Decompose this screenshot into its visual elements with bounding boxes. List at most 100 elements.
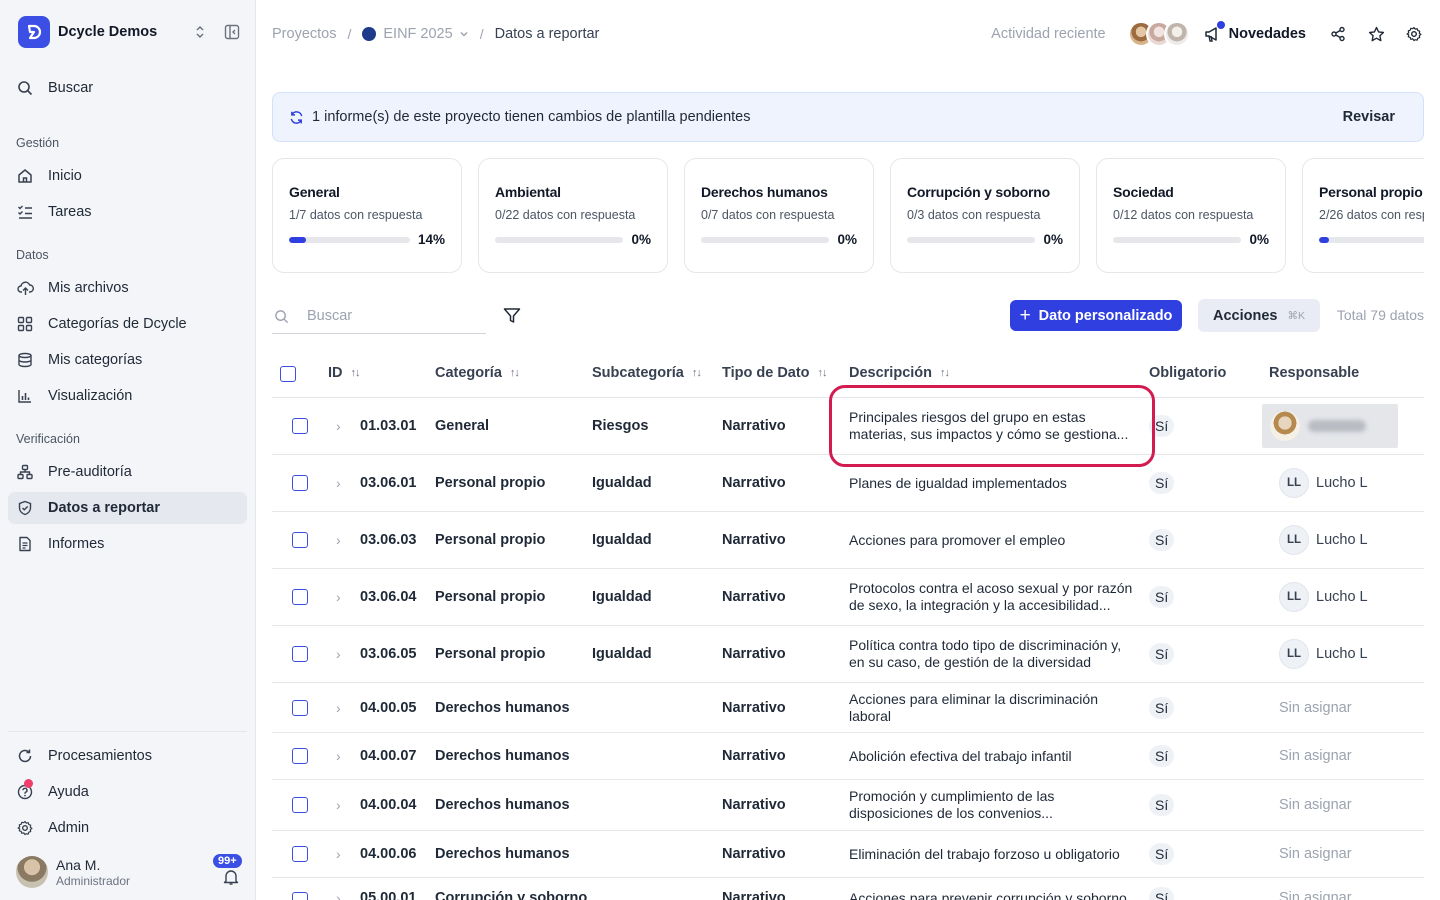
- expand-chevron-icon[interactable]: ›: [336, 733, 341, 779]
- category-card[interactable]: General 1/7 datos con respuesta 14%: [272, 158, 462, 273]
- settings-gear-icon[interactable]: [1404, 24, 1424, 44]
- share-icon[interactable]: [1328, 24, 1348, 44]
- sidebar-item-mis-categorias[interactable]: Mis categorías: [8, 344, 247, 376]
- sidebar-item-inicio[interactable]: Inicio: [8, 160, 247, 192]
- cell-responsable[interactable]: Sin asignar: [1279, 733, 1352, 779]
- notifications-badge: 99+: [211, 852, 244, 870]
- sidebar-item-ayuda[interactable]: Ayuda: [8, 776, 247, 808]
- sidebar-item-categorias-dcycle[interactable]: Categorías de Dcycle: [8, 308, 247, 340]
- sidebar-item-datos-reportar[interactable]: Datos a reportar: [8, 492, 247, 524]
- row-checkbox[interactable]: [292, 646, 308, 662]
- row-checkbox[interactable]: [292, 475, 308, 491]
- description-text: Acciones para prevenir corrupción y sobo…: [849, 889, 1127, 900]
- search-input[interactable]: Buscar: [272, 299, 486, 334]
- sidebar-item-preauditoria[interactable]: Pre-auditoría: [8, 456, 247, 488]
- cell-obligatorio: Sí: [1149, 455, 1175, 511]
- breadcrumb-projects[interactable]: Proyectos: [272, 26, 336, 42]
- column-header-categoria[interactable]: Categoría ↑↓: [435, 365, 520, 381]
- cell-obligatorio: Sí: [1149, 831, 1175, 877]
- sidebar-item-informes[interactable]: Informes: [8, 528, 247, 560]
- column-header-id[interactable]: ID ↑↓: [328, 365, 361, 381]
- column-header-tipo[interactable]: Tipo de Dato ↑↓: [722, 365, 828, 381]
- sidebar-item-visualizacion[interactable]: Visualización: [8, 380, 247, 412]
- column-header-obligatorio[interactable]: Obligatorio: [1149, 365, 1226, 381]
- cell-responsable[interactable]: LL Lucho L: [1279, 569, 1368, 625]
- cell-responsable[interactable]: LL Lucho L: [1279, 626, 1368, 682]
- row-checkbox[interactable]: [292, 418, 308, 434]
- cell-responsable[interactable]: Sin asignar: [1279, 878, 1352, 900]
- expand-chevron-icon[interactable]: ›: [336, 780, 341, 830]
- collaborators-avatars[interactable]: [1127, 21, 1190, 47]
- cell-responsable[interactable]: Sin asignar: [1279, 683, 1352, 732]
- star-icon[interactable]: [1366, 24, 1386, 44]
- table-row[interactable]: › 04.00.06 Derechos humanos Narrativo El…: [272, 831, 1424, 878]
- table-row[interactable]: › 04.00.04 Derechos humanos Narrativo Pr…: [272, 780, 1424, 831]
- filter-icon[interactable]: [502, 306, 522, 326]
- table-row[interactable]: › 03.06.03 Personal propio Igualdad Narr…: [272, 512, 1424, 569]
- table-row[interactable]: › 05.00.01 Corrupción y soborno Narrativ…: [272, 878, 1424, 900]
- card-title: Ambiental: [495, 184, 561, 200]
- table-row[interactable]: › 03.06.05 Personal propio Igualdad Narr…: [272, 626, 1424, 683]
- card-subtitle: 0/7 datos con respuesta: [701, 208, 835, 222]
- table-row[interactable]: › 04.00.05 Derechos humanos Narrativo Ac…: [272, 683, 1424, 733]
- review-button[interactable]: Revisar: [1343, 109, 1395, 125]
- row-checkbox[interactable]: [292, 700, 308, 716]
- progress-bar: [495, 236, 623, 243]
- cell-responsable[interactable]: LL Lucho L: [1279, 512, 1368, 568]
- row-checkbox[interactable]: [292, 846, 308, 862]
- expand-chevron-icon[interactable]: ›: [336, 831, 341, 877]
- sidebar-item-admin[interactable]: Admin: [8, 812, 247, 844]
- sort-icon: ↑↓: [940, 367, 950, 379]
- column-header-subcategoria[interactable]: Subcategoría ↑↓: [592, 365, 702, 381]
- column-header-responsable[interactable]: Responsable: [1269, 365, 1359, 381]
- progress-percent: 0%: [1043, 232, 1063, 247]
- category-card[interactable]: Derechos humanos 0/7 datos con respuesta…: [684, 158, 874, 273]
- row-checkbox[interactable]: [292, 532, 308, 548]
- sidebar-item-search[interactable]: Buscar: [8, 72, 247, 104]
- collapse-sidebar-icon[interactable]: [223, 23, 241, 41]
- cell-tipo: Narrativo: [722, 532, 786, 548]
- cell-responsable[interactable]: Sin asignar: [1279, 780, 1352, 830]
- chevron-updown-icon[interactable]: [191, 23, 209, 41]
- news-button[interactable]: Novedades: [1204, 21, 1306, 43]
- sidebar-item-procesamientos[interactable]: Procesamientos: [8, 740, 247, 772]
- table-row[interactable]: › 04.00.07 Derechos humanos Narrativo Ab…: [272, 733, 1424, 780]
- expand-chevron-icon[interactable]: ›: [336, 569, 341, 625]
- row-checkbox[interactable]: [292, 748, 308, 764]
- expand-chevron-icon[interactable]: ›: [336, 512, 341, 568]
- select-all-checkbox[interactable]: [280, 366, 296, 382]
- category-card[interactable]: Personal propio 2/26 datos con respuesta…: [1302, 158, 1424, 273]
- org-switcher[interactable]: Dcycle Demos: [18, 16, 241, 48]
- avatar: LL: [1279, 468, 1309, 498]
- breadcrumb-project[interactable]: EINF 2025: [362, 26, 468, 42]
- expand-chevron-icon[interactable]: ›: [336, 878, 341, 900]
- project-icon: [362, 27, 377, 41]
- column-header-descripcion[interactable]: Descripción ↑↓: [849, 365, 950, 381]
- sidebar-item-mis-archivos[interactable]: Mis archivos: [8, 272, 247, 304]
- recent-activity-link[interactable]: Actividad reciente: [991, 26, 1105, 42]
- table-toolbar: Buscar + Dato personalizado Acciones ⌘K To…: [272, 299, 1424, 335]
- category-card[interactable]: Corrupción y soborno 0/3 datos con respu…: [890, 158, 1080, 273]
- row-checkbox[interactable]: [292, 589, 308, 605]
- card-title: Sociedad: [1113, 184, 1174, 200]
- row-checkbox[interactable]: [292, 797, 308, 813]
- table-row[interactable]: › 03.06.04 Personal propio Igualdad Narr…: [272, 569, 1424, 626]
- add-custom-data-button[interactable]: + Dato personalizado: [1010, 300, 1182, 331]
- section-label-datos: Datos: [16, 248, 49, 262]
- sidebar-item-tareas[interactable]: Tareas: [8, 196, 247, 228]
- expand-chevron-icon[interactable]: ›: [336, 455, 341, 511]
- cell-responsable[interactable]: LL Lucho L: [1279, 455, 1368, 511]
- breadcrumb-separator: /: [479, 26, 484, 42]
- cell-obligatorio: Sí: [1149, 683, 1175, 732]
- category-card[interactable]: Ambiental 0/22 datos con respuesta 0%: [478, 158, 668, 273]
- actions-button[interactable]: Acciones ⌘K: [1198, 299, 1320, 332]
- category-card[interactable]: Sociedad 0/12 datos con respuesta 0%: [1096, 158, 1286, 273]
- row-checkbox[interactable]: [292, 892, 308, 900]
- assignee-selector[interactable]: [1262, 404, 1398, 448]
- expand-chevron-icon[interactable]: ›: [336, 683, 341, 732]
- cell-responsable[interactable]: Sin asignar: [1279, 831, 1352, 877]
- card-subtitle: 2/26 datos con respuesta: [1319, 208, 1424, 222]
- cell-descripcion: Protocolos contra el acoso sexual y por …: [849, 569, 1139, 625]
- expand-chevron-icon[interactable]: ›: [336, 626, 341, 682]
- expand-chevron-icon[interactable]: ›: [336, 398, 341, 454]
